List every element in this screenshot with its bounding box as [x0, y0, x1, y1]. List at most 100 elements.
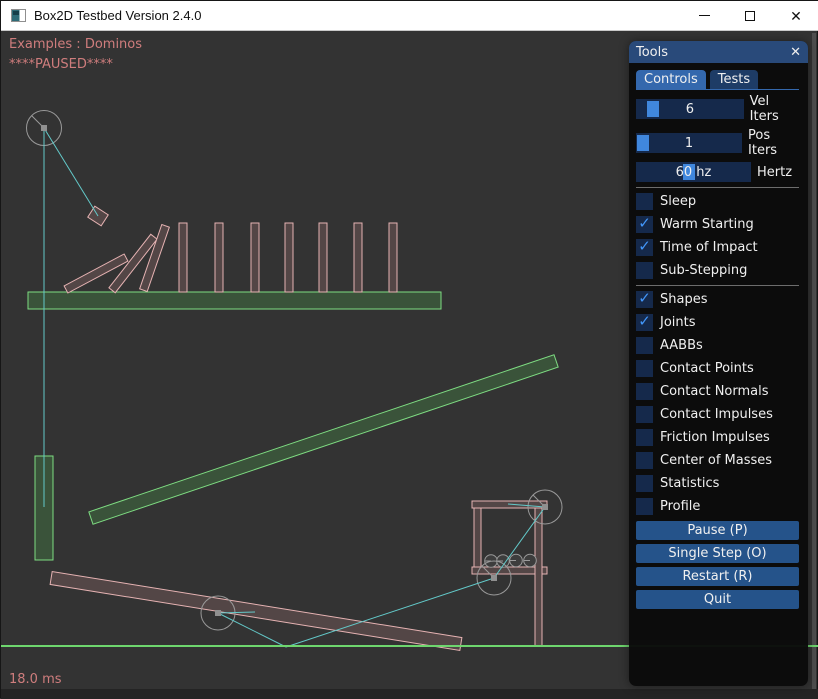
checkbox-center-of-masses[interactable]: ✓ Center of Masses [636, 452, 799, 469]
slider-row: 1 Pos Iters [636, 128, 799, 158]
checkbox-box[interactable]: ✓ [636, 383, 653, 400]
close-button[interactable]: ✕ [773, 1, 818, 30]
restart-button[interactable]: Restart (R) [636, 567, 799, 586]
checkbox-label: AABBs [660, 338, 703, 353]
joint-anchor [215, 610, 221, 616]
slider-row: 6 Vel Iters [636, 94, 799, 124]
slider-label: Vel Iters [750, 94, 799, 124]
check-icon: ✓ [638, 314, 651, 329]
tools-panel: Tools ✕ Controls Tests 6 Vel Iters 1 Pos… [629, 41, 808, 686]
tilted-plank [50, 572, 462, 651]
slider-row: 60 hz Hertz [636, 162, 799, 182]
window-edge-strip [812, 33, 816, 689]
tools-panel-title: Tools [636, 45, 668, 60]
checkbox-box[interactable]: ✓ [636, 193, 653, 210]
check-icon: ✓ [638, 239, 651, 254]
checkbox-contact-impulses[interactable]: ✓ Contact Impulses [636, 406, 799, 423]
slider-value: 1 [636, 133, 742, 153]
checkbox-time-of-impact[interactable]: ✓ Time of Impact [636, 239, 799, 256]
checkbox-label: Contact Normals [660, 384, 769, 399]
window-controls: ✕ [681, 1, 818, 30]
checkbox-label: Sub-Stepping [660, 263, 747, 278]
domino [389, 223, 397, 292]
tab-tests[interactable]: Tests [710, 70, 758, 89]
checkbox-sub-stepping[interactable]: ✓ Sub-Stepping [636, 262, 799, 279]
checkbox-box[interactable]: ✓ [636, 475, 653, 492]
close-icon: ✕ [790, 9, 802, 23]
checkbox-box[interactable]: ✓ [636, 216, 653, 233]
checkbox-joints[interactable]: ✓ Joints [636, 314, 799, 331]
vel-iters-slider[interactable]: 6 [636, 99, 744, 119]
checkbox-aabbs[interactable]: ✓ AABBs [636, 337, 799, 354]
joint-anchor [491, 575, 497, 581]
check-icon: ✓ [638, 291, 651, 306]
single-step-button[interactable]: Single Step (O) [636, 544, 799, 563]
checkbox-box[interactable]: ✓ [636, 262, 653, 279]
tools-panel-titlebar[interactable]: Tools ✕ [629, 41, 808, 63]
quit-button[interactable]: Quit [636, 590, 799, 609]
hertz-slider[interactable]: 60 hz [636, 162, 751, 182]
checkbox-label: Center of Masses [660, 453, 772, 468]
joint-anchor [542, 504, 548, 510]
frame-time-label: 18.0 ms [9, 672, 62, 687]
domino-fallen [140, 225, 170, 292]
checkbox-sleep[interactable]: ✓ Sleep [636, 193, 799, 210]
checkbox-shapes[interactable]: ✓ Shapes [636, 291, 799, 308]
checkbox-label: Shapes [660, 292, 707, 307]
checkbox-box[interactable]: ✓ [636, 406, 653, 423]
paused-label: ****PAUSED**** [9, 57, 113, 72]
domino [179, 223, 187, 292]
check-icon: ✓ [638, 216, 651, 231]
checkbox-label: Friction Impulses [660, 430, 770, 445]
stand-right-post [535, 508, 542, 646]
maximize-button[interactable] [727, 1, 773, 30]
checkbox-box[interactable]: ✓ [636, 239, 653, 256]
checkbox-label: Time of Impact [660, 240, 758, 255]
tab-controls[interactable]: Controls [636, 70, 706, 89]
checkbox-profile[interactable]: ✓ Profile [636, 498, 799, 515]
checkbox-warm-starting[interactable]: ✓ Warm Starting [636, 216, 799, 233]
joint-line [44, 128, 98, 216]
slider-label: Pos Iters [748, 128, 799, 158]
checkbox-label: Statistics [660, 476, 719, 491]
checkbox-contact-points[interactable]: ✓ Contact Points [636, 360, 799, 377]
checkbox-box[interactable]: ✓ [636, 429, 653, 446]
static-shelf [28, 292, 441, 309]
tools-panel-body: Controls Tests 6 Vel Iters 1 Pos Iters 6… [629, 63, 808, 686]
window-title: Box2D Testbed Version 2.4.0 [34, 8, 201, 23]
checkbox-label: Joints [660, 315, 696, 330]
maximize-icon [745, 11, 755, 21]
tab-bar: Controls Tests [636, 70, 799, 90]
minimize-button[interactable] [681, 1, 727, 30]
app-icon [11, 9, 26, 22]
window-titlebar[interactable]: Box2D Testbed Version 2.4.0 ✕ [1, 1, 818, 31]
checkbox-box[interactable]: ✓ [636, 337, 653, 354]
checkbox-label: Warm Starting [660, 217, 754, 232]
checkbox-box[interactable]: ✓ [636, 452, 653, 469]
separator [636, 285, 799, 286]
checkbox-friction-impulses[interactable]: ✓ Friction Impulses [636, 429, 799, 446]
checkbox-box[interactable]: ✓ [636, 314, 653, 331]
checkbox-label: Contact Impulses [660, 407, 773, 422]
checkbox-contact-normals[interactable]: ✓ Contact Normals [636, 383, 799, 400]
stand-left-post [474, 508, 481, 568]
checkbox-label: Profile [660, 499, 700, 514]
checkbox-label: Contact Points [660, 361, 754, 376]
pos-iters-slider[interactable]: 1 [636, 133, 742, 153]
checkbox-statistics[interactable]: ✓ Statistics [636, 475, 799, 492]
separator [636, 187, 799, 188]
checkbox-box[interactable]: ✓ [636, 291, 653, 308]
pause-button[interactable]: Pause (P) [636, 521, 799, 540]
slider-value: 6 [636, 99, 744, 119]
joint-anchor [41, 125, 47, 131]
checkbox-box[interactable]: ✓ [636, 498, 653, 515]
panel-close-button[interactable]: ✕ [790, 46, 801, 59]
domino [215, 223, 223, 292]
domino [285, 223, 293, 292]
checkbox-box[interactable]: ✓ [636, 360, 653, 377]
slider-label: Hertz [757, 165, 792, 180]
domino [354, 223, 362, 292]
example-label: Examples : Dominos [9, 37, 142, 52]
domino [319, 223, 327, 292]
static-diagonal-plank [89, 355, 558, 524]
